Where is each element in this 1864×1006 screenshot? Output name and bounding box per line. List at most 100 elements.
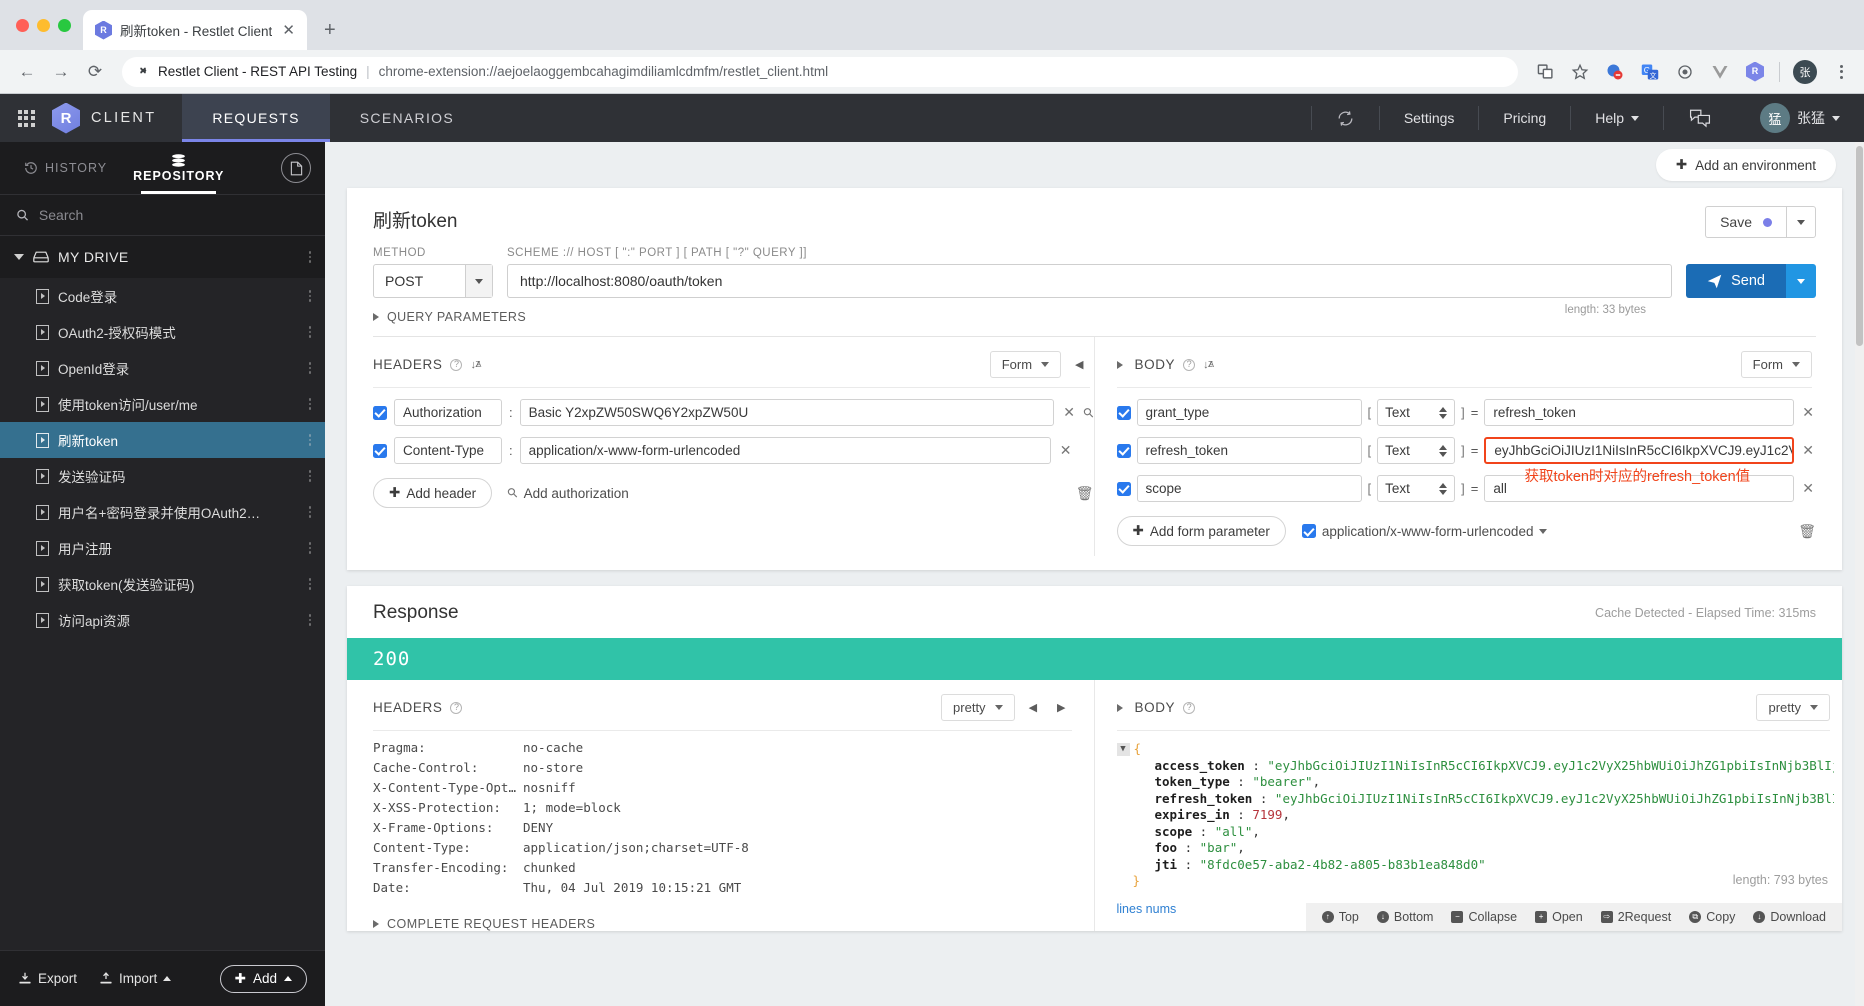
close-window-button[interactable]	[16, 18, 29, 32]
delete-all-params-icon[interactable]: 🗑	[1798, 523, 1816, 540]
remove-param-icon[interactable]: ✕	[1800, 404, 1816, 421]
sidebar-tab-history[interactable]: HISTORY	[14, 142, 117, 194]
stepper-icon[interactable]	[1439, 406, 1448, 419]
chevron-down-icon-drive[interactable]	[14, 254, 24, 260]
param-name-input[interactable]: refresh_token	[1136, 437, 1362, 464]
bookmark-star-icon[interactable]	[1569, 61, 1591, 83]
export-button[interactable]: Export	[18, 971, 77, 986]
help-menu[interactable]: Help	[1571, 94, 1663, 142]
param-name-input[interactable]: scope	[1136, 475, 1362, 502]
add-authorization-button[interactable]: ⚲ Add authorization	[504, 484, 629, 501]
param-value-input[interactable]: refresh_token	[1484, 399, 1795, 426]
brand-logo[interactable]: R CLIENT	[52, 94, 182, 142]
help-icon-resp-headers[interactable]: ?	[450, 701, 463, 714]
body-encoding-checkbox[interactable]	[1301, 524, 1316, 538]
header-enabled-checkbox[interactable]	[373, 443, 387, 458]
copy-button[interactable]: ⧉ Copy	[1689, 910, 1735, 924]
help-icon-body[interactable]: ?	[1183, 358, 1196, 371]
sidebar-item-request[interactable]: 访问api资源	[0, 602, 325, 638]
forward-icon[interactable]: →	[46, 57, 76, 87]
item-options-icon[interactable]	[308, 614, 311, 626]
document-icon[interactable]	[281, 153, 311, 183]
download-button[interactable]: ↓ Download	[1753, 910, 1826, 924]
help-icon-headers[interactable]: ?	[450, 358, 463, 371]
remove-param-icon[interactable]: ✕	[1800, 480, 1816, 497]
tab-scenarios[interactable]: SCENARIOS	[330, 94, 484, 142]
param-enabled-checkbox[interactable]	[1116, 443, 1131, 458]
item-options-icon[interactable]	[308, 578, 311, 590]
remove-header-icon[interactable]: ✕	[1061, 404, 1077, 421]
method-select[interactable]: POST	[373, 264, 493, 298]
sidebar-search[interactable]	[0, 194, 325, 236]
browser-tab[interactable]: R 刷新token - Restlet Client ✕	[83, 10, 307, 50]
remove-param-icon[interactable]: ✕	[1800, 442, 1816, 459]
main-scrollbar-track[interactable]	[1855, 142, 1864, 1006]
chevron-down-icon-method[interactable]	[465, 265, 492, 297]
sort-az-icon-body[interactable]: ↓ A Z	[1203, 359, 1214, 371]
add-environment-button[interactable]: ✚ Add an environment	[1655, 149, 1836, 181]
add-form-parameter-button[interactable]: ✚ Add form parameter	[1116, 516, 1286, 546]
param-type-select[interactable]: Text	[1377, 399, 1456, 426]
request-headers-mode-select[interactable]: Form	[989, 351, 1062, 378]
sidebar-drive-row[interactable]: MY DRIVE	[0, 236, 325, 278]
param-name-input[interactable]: grant_type	[1136, 399, 1362, 426]
item-options-icon[interactable]	[308, 362, 311, 374]
param-value-input[interactable]: eyJhbGciOiJIUzI1NiIsInR5cCI6IkpXVCJ9.eyJ…	[1484, 437, 1795, 464]
import-button[interactable]: Import	[99, 971, 172, 986]
chrome-menu-icon[interactable]	[1830, 61, 1852, 83]
settings-link[interactable]: Settings	[1380, 94, 1479, 142]
collapse-left-icon-headers[interactable]: ◀	[1069, 358, 1089, 371]
collapse-left-icon-resp[interactable]: ◀	[1023, 701, 1043, 714]
to-request-button[interactable]: ⇨ 2Request	[1600, 910, 1671, 924]
sidebar-item-request[interactable]: 发送验证码	[0, 458, 325, 494]
sidebar-item-request[interactable]: 用户名+密码登录并使用OAuth2…	[0, 494, 325, 530]
complete-request-headers-toggle[interactable]: COMPLETE REQUEST HEADERS	[373, 917, 1076, 931]
param-enabled-checkbox[interactable]	[1116, 405, 1131, 420]
item-options-icon[interactable]	[308, 470, 311, 482]
send-dropdown-button[interactable]	[1786, 264, 1816, 298]
vue-devtools-icon[interactable]	[1709, 61, 1731, 83]
sidebar-item-request[interactable]: 使用token访问/user/me	[0, 386, 325, 422]
param-enabled-checkbox[interactable]	[1116, 481, 1131, 496]
add-button[interactable]: ✚ Add	[219, 964, 307, 993]
tab-requests[interactable]: REQUESTS	[182, 94, 331, 142]
sidebar-item-request[interactable]: 获取token(发送验证码)	[0, 566, 325, 602]
sidebar-item-request[interactable]: Code登录	[0, 278, 325, 314]
reload-icon[interactable]: ⟳	[80, 57, 110, 87]
remove-header-icon[interactable]: ✕	[1058, 442, 1074, 459]
sidebar-item-request[interactable]: 刷新token	[0, 422, 325, 458]
save-button[interactable]: Save	[1705, 206, 1786, 238]
sidebar-item-request[interactable]: 用户注册	[0, 530, 325, 566]
pricing-link[interactable]: Pricing	[1479, 94, 1570, 142]
save-dropdown-button[interactable]	[1786, 206, 1816, 238]
google-translate-icon[interactable]: G文	[1639, 61, 1661, 83]
header-value-input[interactable]: application/x-www-form-urlencoded	[519, 437, 1051, 464]
request-body-mode-select[interactable]: Form	[1740, 351, 1812, 378]
expand-right-icon-resp[interactable]: ▶	[1051, 701, 1071, 714]
item-options-icon[interactable]	[308, 326, 311, 338]
chevron-right-icon-resp-body[interactable]	[1116, 703, 1123, 712]
sidebar-tab-repository[interactable]: REPOSITORY	[123, 142, 234, 194]
sidebar-item-request[interactable]: OAuth2-授权码模式	[0, 314, 325, 350]
stepper-icon[interactable]	[1439, 482, 1448, 495]
header-value-input[interactable]: Basic Y2xpZW50SWQ6Y2xpZW50U	[519, 399, 1055, 426]
sidebar-item-request[interactable]: OpenId登录	[0, 350, 325, 386]
item-options-icon[interactable]	[308, 542, 311, 554]
header-key-input[interactable]: Content-Type	[394, 437, 502, 464]
help-icon-resp-body[interactable]: ?	[1183, 701, 1196, 714]
body-encoding-select[interactable]: application/x-www-form-urlencoded	[1301, 524, 1548, 539]
item-options-icon[interactable]	[308, 434, 311, 446]
drive-options-icon[interactable]	[308, 251, 311, 263]
collapse-toggle-icon[interactable]: ▼	[1116, 743, 1130, 756]
item-options-icon[interactable]	[308, 290, 311, 302]
restlet-extension-icon[interactable]: R	[1744, 61, 1766, 83]
sync-icon[interactable]	[1312, 94, 1379, 142]
add-header-button[interactable]: ✚ Add header	[373, 478, 493, 508]
param-type-select[interactable]: Text	[1377, 437, 1456, 464]
translate-page-icon[interactable]	[1534, 61, 1556, 83]
chat-bubbles-icon[interactable]	[1664, 94, 1736, 142]
item-options-icon[interactable]	[308, 398, 311, 410]
back-icon[interactable]: ←	[12, 57, 42, 87]
arrow-up-circle-button[interactable]: ↑ Top	[1321, 910, 1359, 924]
close-tab-icon[interactable]: ✕	[280, 21, 297, 39]
